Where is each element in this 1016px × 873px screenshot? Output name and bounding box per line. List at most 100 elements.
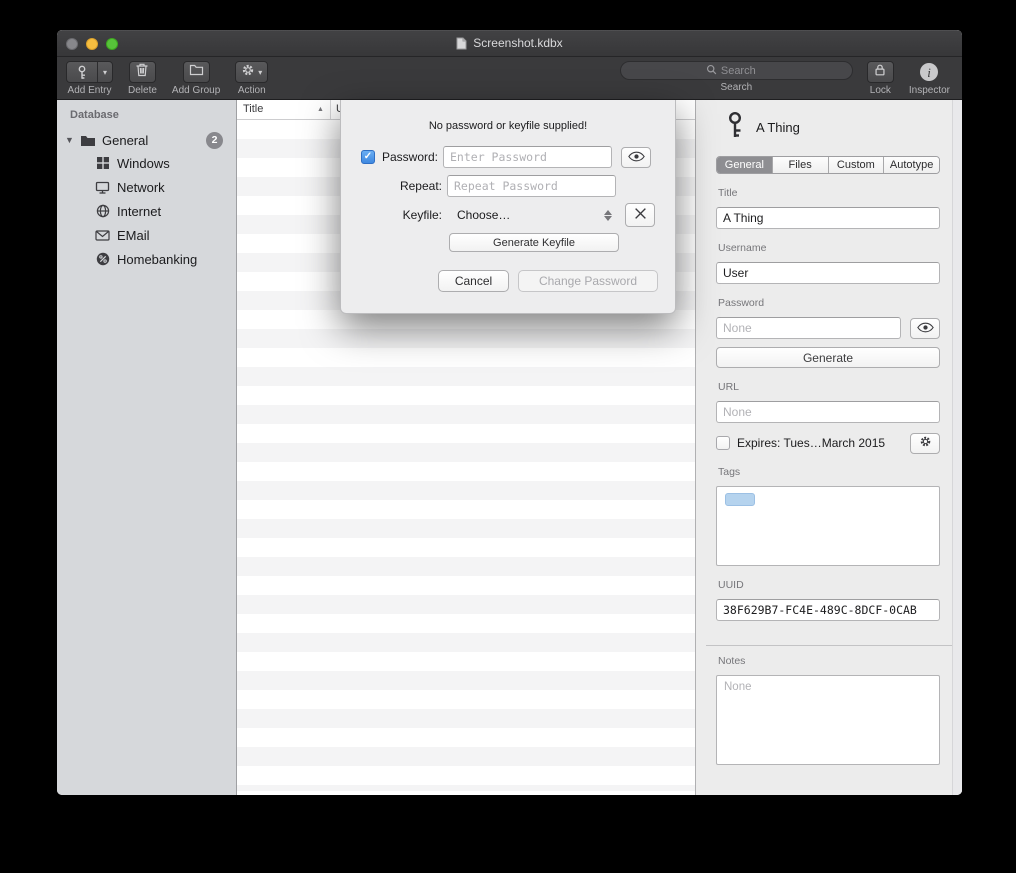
window-controls (66, 38, 118, 50)
url-label: URL (718, 381, 938, 393)
add-entry-dropdown-arrow[interactable]: ▾ (97, 62, 112, 82)
uuid-label: UUID (718, 579, 938, 591)
search-label: Search (721, 82, 753, 93)
sidebar-group-general[interactable]: ▼ General 2 (57, 129, 236, 151)
password-field[interactable] (716, 317, 901, 339)
keyfile-label: Keyfile: (361, 208, 442, 222)
inspector-group: i Inspector (909, 61, 950, 96)
repeat-password-input[interactable] (447, 175, 616, 197)
divider (706, 645, 952, 646)
repeat-row: Repeat: (361, 175, 654, 197)
lock-label: Lock (870, 85, 891, 96)
inspector-panel: A Thing General Files Custom Autotype Ti… (695, 100, 962, 795)
inspector-toggle-button[interactable]: i (918, 61, 940, 83)
repeat-label: Repeat: (361, 179, 442, 193)
use-password-checkbox[interactable]: ✓ (361, 150, 375, 164)
column-header-title[interactable]: Title (243, 103, 263, 115)
tab-files[interactable]: Files (772, 157, 828, 173)
gear-icon (919, 435, 932, 451)
delete-label: Delete (128, 85, 157, 96)
stepper-chevrons-icon (604, 210, 612, 221)
clear-keyfile-button[interactable] (625, 203, 655, 227)
tags-field[interactable] (716, 486, 940, 566)
expires-row: Expires: Tues…March 2015 (716, 433, 940, 453)
delete-button[interactable] (129, 61, 156, 83)
keyfile-dropdown[interactable]: Choose… (447, 203, 616, 227)
percent-icon (94, 252, 111, 266)
add-group-button[interactable] (183, 61, 210, 83)
add-entry-label: Add Entry (68, 85, 112, 96)
add-group-group: Add Group (172, 61, 220, 96)
inspector-label: Inspector (909, 85, 950, 96)
zoom-button[interactable] (106, 38, 118, 50)
tab-general[interactable]: General (717, 157, 772, 173)
notes-label: Notes (718, 655, 938, 667)
key-icon (725, 111, 745, 144)
expires-options-button[interactable] (910, 433, 940, 454)
chevron-down-icon: ▾ (258, 68, 262, 77)
envelope-icon (94, 230, 111, 241)
generate-password-button[interactable]: Generate (716, 347, 940, 368)
column-divider[interactable] (330, 100, 331, 119)
sidebar-item-internet[interactable]: Internet (57, 199, 236, 223)
add-group-label: Add Group (172, 85, 220, 96)
password-input[interactable] (443, 146, 612, 168)
tags-label: Tags (718, 466, 938, 478)
uuid-field[interactable] (716, 599, 940, 621)
search-field[interactable] (620, 61, 853, 80)
url-field[interactable] (716, 401, 940, 423)
lock-button[interactable] (867, 61, 894, 83)
change-password-button[interactable]: Change Password (518, 270, 658, 292)
title-label: Title (718, 187, 938, 199)
title-field[interactable] (716, 207, 940, 229)
inspector-scrollbar[interactable] (952, 100, 962, 795)
sidebar-item-homebanking[interactable]: Homebanking (57, 247, 236, 271)
show-password-button[interactable] (621, 147, 651, 168)
keyfile-value: Choose… (457, 208, 510, 222)
sort-ascending-icon: ▲ (317, 106, 324, 113)
disclosure-triangle-icon[interactable]: ▼ (65, 135, 79, 145)
action-button[interactable]: ▾ (235, 61, 268, 83)
notes-field[interactable] (716, 675, 940, 765)
dialog-message: No password or keyfile supplied! (341, 120, 675, 132)
sidebar-header: Database (57, 109, 236, 121)
svg-text:i: i (928, 65, 932, 80)
expires-label: Expires: Tues…March 2015 (737, 436, 903, 450)
title-bar: Screenshot.kdbx (57, 30, 962, 57)
search-input[interactable] (721, 65, 767, 77)
password-row (716, 317, 940, 339)
group-label: General (102, 133, 148, 148)
gear-icon (241, 63, 255, 82)
entry-header: A Thing (725, 112, 940, 142)
sidebar-item-network[interactable]: Network (57, 175, 236, 199)
monitor-icon (94, 181, 111, 194)
change-password-dialog: No password or keyfile supplied! ✓ Passw… (340, 100, 676, 314)
add-entry-group: ▾ Add Entry (66, 61, 113, 96)
toolbar: ▾ Add Entry Delete Add Group (57, 57, 962, 100)
sidebar-item-windows[interactable]: Windows (57, 151, 236, 175)
check-icon: ✓ (364, 152, 372, 162)
tab-autotype[interactable]: Autotype (883, 157, 939, 173)
app-window: Screenshot.kdbx ▾ Add Entry Delete (57, 30, 962, 795)
expires-checkbox[interactable] (716, 436, 730, 450)
window-title: Screenshot.kdbx (473, 36, 562, 50)
close-button[interactable] (66, 38, 78, 50)
eye-icon (628, 150, 645, 165)
username-field[interactable] (716, 262, 940, 284)
generate-keyfile-button[interactable]: Generate Keyfile (449, 233, 619, 252)
eye-icon (917, 321, 934, 336)
tag-token[interactable] (725, 493, 755, 506)
username-label: Username (718, 242, 938, 254)
action-label: Action (238, 85, 266, 96)
sidebar-item-email[interactable]: EMail (57, 223, 236, 247)
windows-icon (94, 156, 111, 170)
cancel-button[interactable]: Cancel (438, 270, 509, 292)
show-password-button[interactable] (910, 318, 940, 339)
action-group: ▾ Action (235, 61, 268, 96)
tab-custom[interactable]: Custom (828, 157, 884, 173)
minimize-button[interactable] (86, 38, 98, 50)
globe-icon (94, 204, 111, 218)
keyfile-row: Keyfile: Choose… (361, 203, 654, 227)
add-entry-button[interactable]: ▾ (66, 61, 113, 83)
count-badge: 2 (206, 132, 223, 149)
